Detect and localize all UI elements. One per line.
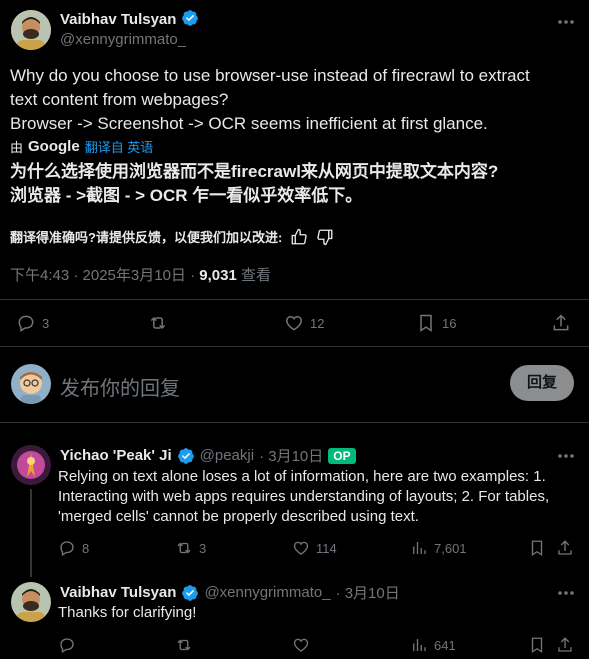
reply2-like-action[interactable] xyxy=(292,636,310,654)
thumbs-down-icon[interactable] xyxy=(316,228,334,246)
retweet-icon xyxy=(150,316,166,330)
reply-icon xyxy=(18,315,34,332)
verified-icon xyxy=(182,10,198,26)
translation-attribution: 由 Google 翻译自 英语 xyxy=(10,137,154,156)
thumbs-up-icon[interactable] xyxy=(290,228,308,246)
reply2-date[interactable]: · 3月10日 xyxy=(336,582,400,603)
verified-icon xyxy=(182,584,199,601)
reply2-bookmark-action[interactable] xyxy=(528,636,546,654)
tweet-text-en: Why do you choose to use browser-use ins… xyxy=(10,66,530,133)
analytics-icon xyxy=(413,542,426,554)
like-action[interactable]: 12 xyxy=(284,313,324,333)
thread-line xyxy=(30,489,32,577)
bookmark-icon xyxy=(531,540,543,557)
retweet-icon xyxy=(177,542,191,554)
reply1-retweet-action[interactable]: 3 xyxy=(175,539,206,557)
google-logo: Google xyxy=(28,138,80,155)
reply2-handle[interactable]: @xennygrimmato_ xyxy=(204,584,330,601)
bookmark-icon xyxy=(531,637,543,654)
reply1-bookmark-action[interactable] xyxy=(528,539,546,557)
heart-icon xyxy=(286,315,302,331)
reply2-text: Thanks for clarifying! xyxy=(58,604,197,621)
bookmark-icon xyxy=(420,314,432,332)
reply-compose-input[interactable]: 发布你的回复 xyxy=(60,372,180,401)
tweet-time[interactable]: 下午4:43 · 2025年3月10日 · xyxy=(10,267,199,284)
reply2-author-name[interactable]: Vaibhav Tulsyan xyxy=(60,584,176,601)
divider xyxy=(0,299,589,300)
reply-submit-button[interactable]: 回复 xyxy=(510,365,574,401)
reply-icon xyxy=(60,638,74,653)
reply-icon xyxy=(60,541,74,556)
heart-icon xyxy=(293,541,309,555)
analytics-icon xyxy=(413,639,426,651)
reply1-header: Yichao 'Peak' Ji @peakji · 3月10日 OP xyxy=(60,445,356,466)
reply2-retweet-action[interactable] xyxy=(175,636,193,654)
share-action[interactable] xyxy=(551,313,571,333)
heart-icon xyxy=(293,638,309,652)
more-icon[interactable] xyxy=(556,446,576,466)
reply1-handle[interactable]: @peakji xyxy=(200,447,254,464)
translation-feedback: 翻译得准确吗?请提供反馈，以便我们加以改进: xyxy=(10,227,334,246)
share-icon xyxy=(558,637,572,652)
share-icon xyxy=(553,314,569,331)
reply1-share-action[interactable] xyxy=(556,539,574,557)
author-line: Vaibhav Tulsyan xyxy=(60,9,199,29)
divider xyxy=(0,346,589,347)
author-avatar[interactable] xyxy=(11,10,51,50)
retweet-icon xyxy=(177,639,191,651)
view-count: 9,031 xyxy=(199,267,237,284)
reply1-like-action[interactable]: 114 xyxy=(292,539,337,557)
reply1-avatar[interactable] xyxy=(11,445,51,485)
tweet-meta: 下午4:43 · 2025年3月10日 · 9,031 查看 xyxy=(10,267,271,284)
translated-from-link[interactable]: 翻译自 英语 xyxy=(85,137,154,156)
reply1-reply-action[interactable]: 8 xyxy=(58,539,89,557)
op-badge: OP xyxy=(328,447,356,464)
reply2-header: Vaibhav Tulsyan @xennygrimmato_ · 3月10日 xyxy=(60,582,400,603)
author-name[interactable]: Vaibhav Tulsyan xyxy=(60,11,176,28)
more-icon[interactable] xyxy=(556,12,576,32)
reply1-author-name[interactable]: Yichao 'Peak' Ji xyxy=(60,447,172,464)
reply-action[interactable]: 3 xyxy=(16,313,49,333)
reply2-reply-action[interactable] xyxy=(58,636,76,654)
retweet-action[interactable] xyxy=(148,313,168,333)
verified-icon xyxy=(177,447,194,464)
reply2-avatar[interactable] xyxy=(11,582,51,622)
divider xyxy=(0,422,589,423)
share-icon xyxy=(558,540,572,555)
my-avatar[interactable] xyxy=(11,364,51,404)
author-handle[interactable]: @xennygrimmato_ xyxy=(60,31,186,48)
bookmark-action[interactable]: 16 xyxy=(416,313,456,333)
more-icon[interactable] xyxy=(556,583,576,603)
reply2-share-action[interactable] xyxy=(556,636,574,654)
tweet-text-zh: 为什么选择使用浏览器而不是firecrawl来从网页中提取文本内容? 浏览器 -… xyxy=(10,162,499,205)
reply1-date[interactable]: · 3月10日 xyxy=(259,445,323,466)
reply1-views-action[interactable]: 7,601 xyxy=(410,539,467,557)
reply1-text: Relying on text alone loses a lot of inf… xyxy=(58,468,550,525)
reply2-views-action[interactable]: 641 xyxy=(410,636,456,654)
